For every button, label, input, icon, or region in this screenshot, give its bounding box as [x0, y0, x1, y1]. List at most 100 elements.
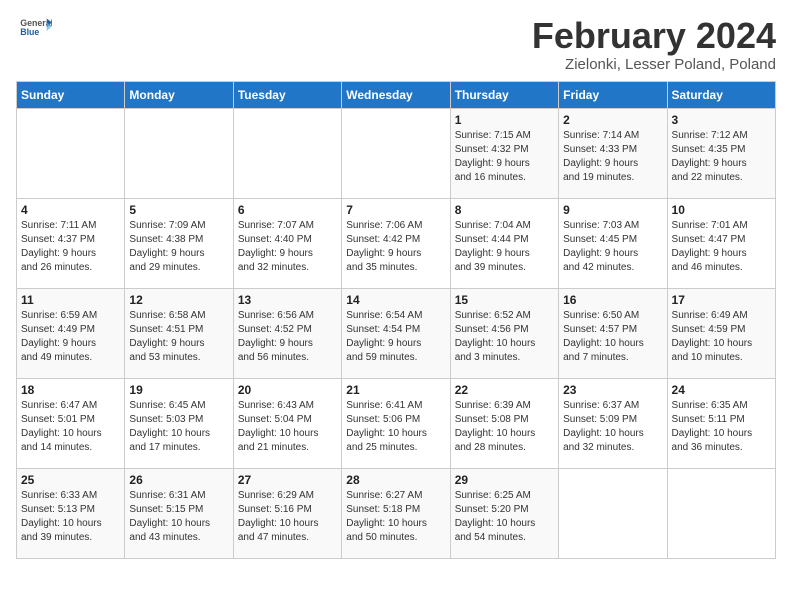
day-info: Sunrise: 6:33 AM Sunset: 5:13 PM Dayligh…: [21, 489, 120, 545]
calendar-cell: 27 Sunrise: 6:29 AM Sunset: 5:16 PM Dayli…: [233, 468, 341, 558]
day-number: 10: [672, 203, 771, 217]
day-number: 21: [346, 383, 445, 397]
calendar-cell: 18 Sunrise: 6:47 AM Sunset: 5:01 PM Dayli…: [17, 378, 125, 468]
day-info: Sunrise: 7:12 AM Sunset: 4:35 PM Dayligh…: [672, 129, 771, 185]
calendar-cell: 21 Sunrise: 6:41 AM Sunset: 5:06 PM Dayli…: [342, 378, 450, 468]
day-number: 20: [238, 383, 337, 397]
day-number: 22: [455, 383, 554, 397]
calendar-cell: 15 Sunrise: 6:52 AM Sunset: 4:56 PM Dayli…: [450, 288, 558, 378]
calendar-cell: 10 Sunrise: 7:01 AM Sunset: 4:47 PM Dayli…: [667, 198, 775, 288]
day-info: Sunrise: 7:15 AM Sunset: 4:32 PM Dayligh…: [455, 129, 554, 185]
calendar-cell: 9 Sunrise: 7:03 AM Sunset: 4:45 PM Daylig…: [559, 198, 667, 288]
month-title: February 2024: [532, 16, 776, 56]
day-info: Sunrise: 7:01 AM Sunset: 4:47 PM Dayligh…: [672, 219, 771, 275]
calendar-cell: 28 Sunrise: 6:27 AM Sunset: 5:18 PM Dayli…: [342, 468, 450, 558]
day-info: Sunrise: 7:09 AM Sunset: 4:38 PM Dayligh…: [129, 219, 228, 275]
page-header: General Blue February 2024 Zielonki, Les…: [16, 16, 776, 73]
day-info: Sunrise: 6:49 AM Sunset: 4:59 PM Dayligh…: [672, 309, 771, 365]
calendar-cell: 11Sunrise: 6:59 AM Sunset: 4:49 PM Dayli…: [17, 288, 125, 378]
calendar-cell: 19Sunrise: 6:45 AM Sunset: 5:03 PM Dayli…: [125, 378, 233, 468]
day-number: 26: [129, 473, 228, 487]
day-info: Sunrise: 6:35 AM Sunset: 5:11 PM Dayligh…: [672, 399, 771, 455]
weekday-header-cell: Friday: [559, 81, 667, 108]
calendar-week-row: 1 Sunrise: 7:15 AM Sunset: 4:32 PM Daylig…: [17, 108, 776, 198]
weekday-header-cell: Wednesday: [342, 81, 450, 108]
day-info: Sunrise: 6:59 AM Sunset: 4:49 PM Dayligh…: [21, 309, 120, 365]
day-number: 29: [455, 473, 554, 487]
calendar-cell: [559, 468, 667, 558]
day-number: 28: [346, 473, 445, 487]
day-number: 1: [455, 113, 554, 127]
weekday-header-cell: Monday: [125, 81, 233, 108]
calendar-cell: 22 Sunrise: 6:39 AM Sunset: 5:08 PM Dayli…: [450, 378, 558, 468]
day-info: Sunrise: 6:56 AM Sunset: 4:52 PM Dayligh…: [238, 309, 337, 365]
day-number: 7: [346, 203, 445, 217]
calendar-cell: 20 Sunrise: 6:43 AM Sunset: 5:04 PM Dayli…: [233, 378, 341, 468]
calendar-cell: 4 Sunrise: 7:11 AM Sunset: 4:37 PM Daylig…: [17, 198, 125, 288]
day-info: Sunrise: 6:31 AM Sunset: 5:15 PM Dayligh…: [129, 489, 228, 545]
logo-icon: General Blue: [20, 16, 52, 40]
calendar-cell: 26 Sunrise: 6:31 AM Sunset: 5:15 PM Dayli…: [125, 468, 233, 558]
day-info: Sunrise: 6:29 AM Sunset: 5:16 PM Dayligh…: [238, 489, 337, 545]
calendar-cell: [667, 468, 775, 558]
calendar-cell: 2 Sunrise: 7:14 AM Sunset: 4:33 PM Daylig…: [559, 108, 667, 198]
weekday-header-row: SundayMondayTuesdayWednesdayThursdayFrid…: [17, 81, 776, 108]
calendar-body: 1 Sunrise: 7:15 AM Sunset: 4:32 PM Daylig…: [17, 108, 776, 558]
day-info: Sunrise: 6:58 AM Sunset: 4:51 PM Dayligh…: [129, 309, 228, 365]
day-number: 25: [21, 473, 120, 487]
calendar-week-row: 25 Sunrise: 6:33 AM Sunset: 5:13 PM Dayli…: [17, 468, 776, 558]
day-number: 8: [455, 203, 554, 217]
title-block: February 2024 Zielonki, Lesser Poland, P…: [532, 16, 776, 73]
day-number: 27: [238, 473, 337, 487]
calendar-week-row: 4 Sunrise: 7:11 AM Sunset: 4:37 PM Daylig…: [17, 198, 776, 288]
day-info: Sunrise: 6:27 AM Sunset: 5:18 PM Dayligh…: [346, 489, 445, 545]
calendar-cell: [17, 108, 125, 198]
calendar-cell: 12 Sunrise: 6:58 AM Sunset: 4:51 PM Dayli…: [125, 288, 233, 378]
calendar-cell: 17 Sunrise: 6:49 AM Sunset: 4:59 PM Dayli…: [667, 288, 775, 378]
day-number: 3: [672, 113, 771, 127]
day-number: 4: [21, 203, 120, 217]
weekday-header-cell: Saturday: [667, 81, 775, 108]
day-info: Sunrise: 7:06 AM Sunset: 4:42 PM Dayligh…: [346, 219, 445, 275]
calendar-cell: 24 Sunrise: 6:35 AM Sunset: 5:11 PM Dayli…: [667, 378, 775, 468]
day-number: 17: [672, 293, 771, 307]
location-title: Zielonki, Lesser Poland, Poland: [532, 56, 776, 73]
logo: General Blue: [16, 16, 52, 40]
calendar-cell: 6 Sunrise: 7:07 AM Sunset: 4:40 PM Daylig…: [233, 198, 341, 288]
day-number: 24: [672, 383, 771, 397]
day-info: Sunrise: 6:39 AM Sunset: 5:08 PM Dayligh…: [455, 399, 554, 455]
day-info: Sunrise: 6:50 AM Sunset: 4:57 PM Dayligh…: [563, 309, 662, 365]
day-number: 16: [563, 293, 662, 307]
day-number: 12: [129, 293, 228, 307]
day-info: Sunrise: 6:52 AM Sunset: 4:56 PM Dayligh…: [455, 309, 554, 365]
day-number: 2: [563, 113, 662, 127]
calendar-cell: 16 Sunrise: 6:50 AM Sunset: 4:57 PM Dayli…: [559, 288, 667, 378]
calendar-cell: 8Sunrise: 7:04 AM Sunset: 4:44 PM Daylig…: [450, 198, 558, 288]
calendar-cell: [342, 108, 450, 198]
day-number: 15: [455, 293, 554, 307]
day-info: Sunrise: 6:41 AM Sunset: 5:06 PM Dayligh…: [346, 399, 445, 455]
day-info: Sunrise: 7:07 AM Sunset: 4:40 PM Dayligh…: [238, 219, 337, 275]
calendar-cell: 14 Sunrise: 6:54 AM Sunset: 4:54 PM Dayli…: [342, 288, 450, 378]
day-number: 14: [346, 293, 445, 307]
day-number: 23: [563, 383, 662, 397]
calendar-cell: [233, 108, 341, 198]
calendar-cell: 3 Sunrise: 7:12 AM Sunset: 4:35 PM Daylig…: [667, 108, 775, 198]
day-info: Sunrise: 7:14 AM Sunset: 4:33 PM Dayligh…: [563, 129, 662, 185]
day-number: 18: [21, 383, 120, 397]
calendar-cell: 23Sunrise: 6:37 AM Sunset: 5:09 PM Dayli…: [559, 378, 667, 468]
day-info: Sunrise: 7:11 AM Sunset: 4:37 PM Dayligh…: [21, 219, 120, 275]
day-info: Sunrise: 6:47 AM Sunset: 5:01 PM Dayligh…: [21, 399, 120, 455]
calendar-week-row: 11Sunrise: 6:59 AM Sunset: 4:49 PM Dayli…: [17, 288, 776, 378]
calendar-table: SundayMondayTuesdayWednesdayThursdayFrid…: [16, 81, 776, 559]
calendar-cell: 7 Sunrise: 7:06 AM Sunset: 4:42 PM Daylig…: [342, 198, 450, 288]
calendar-cell: 5Sunrise: 7:09 AM Sunset: 4:38 PM Daylig…: [125, 198, 233, 288]
day-info: Sunrise: 6:43 AM Sunset: 5:04 PM Dayligh…: [238, 399, 337, 455]
day-number: 6: [238, 203, 337, 217]
weekday-header-cell: Tuesday: [233, 81, 341, 108]
day-number: 9: [563, 203, 662, 217]
calendar-cell: 13Sunrise: 6:56 AM Sunset: 4:52 PM Dayli…: [233, 288, 341, 378]
day-info: Sunrise: 7:03 AM Sunset: 4:45 PM Dayligh…: [563, 219, 662, 275]
weekday-header-cell: Sunday: [17, 81, 125, 108]
day-info: Sunrise: 6:54 AM Sunset: 4:54 PM Dayligh…: [346, 309, 445, 365]
